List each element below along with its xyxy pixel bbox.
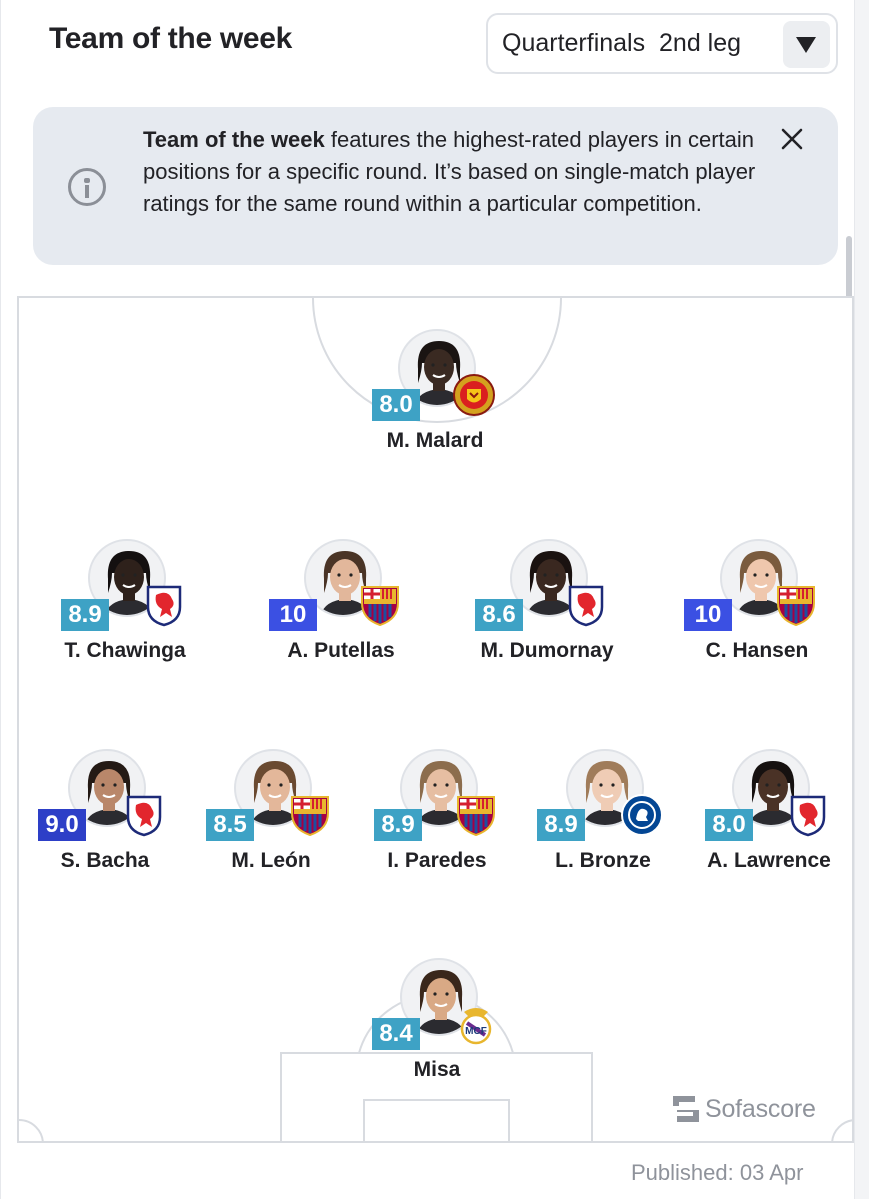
player-name: T. Chawinga (64, 639, 186, 662)
player-rating: 8.9 (374, 809, 422, 841)
page-title: Team of the week (49, 22, 293, 55)
player-rating: 8.9 (537, 809, 585, 841)
player-rating: 8.4 (372, 1018, 420, 1050)
player-card-2[interactable]: 8.9 T. Chawinga (30, 539, 220, 684)
svg-text:MCF: MCF (465, 1026, 487, 1037)
ol-lyonnes-crest-icon (142, 583, 186, 627)
fc-barcelona-crest-icon (358, 583, 402, 627)
chelsea-crest-icon (620, 793, 664, 837)
player-rating: 8.6 (475, 599, 523, 631)
player-rating: 10 (684, 599, 732, 631)
round-select[interactable]: Quarterfinals 2nd leg (486, 13, 838, 74)
published-date: Published: 03 Apr (631, 1160, 804, 1185)
manchester-united-crest-icon (452, 373, 496, 417)
round-select-label: Quarterfinals 2nd leg (502, 29, 742, 57)
sofascore-logo-icon (673, 1096, 699, 1122)
ol-lyonnes-crest-icon (122, 793, 166, 837)
player-rating: 8.9 (61, 599, 109, 631)
divider (17, 1141, 854, 1143)
player-card-9[interactable]: 8.9 L. Bronze (508, 749, 698, 894)
fc-barcelona-crest-icon (288, 793, 332, 837)
player-rating: 8.5 (206, 809, 254, 841)
info-text: Team of the week features the highest-ra… (143, 124, 758, 220)
player-name: I. Paredes (387, 849, 487, 872)
player-rating: 8.0 (372, 389, 420, 421)
player-card-3[interactable]: 10 A. Putellas (246, 539, 436, 684)
player-card-4[interactable]: 8.6 M. Dumornay (452, 539, 642, 684)
player-name: S. Bacha (60, 849, 150, 872)
player-card-6[interactable]: 9.0 S. Bacha (10, 749, 200, 894)
player-name: A. Putellas (287, 639, 395, 662)
player-name: Misa (413, 1058, 461, 1081)
chevron-down-icon (783, 21, 830, 68)
player-rating: 10 (269, 599, 317, 631)
player-rating: 9.0 (38, 809, 86, 841)
info-text-bold: Team of the week (143, 127, 325, 152)
player-card-5[interactable]: 10 C. Hansen (662, 539, 852, 684)
brand-name: Sofascore (705, 1095, 816, 1123)
player-card-7[interactable]: 8.5 M. León (176, 749, 366, 894)
info-banner: Team of the week features the highest-ra… (33, 107, 838, 265)
fc-barcelona-crest-icon (774, 583, 818, 627)
fc-barcelona-crest-icon (454, 793, 498, 837)
player-name: M. Malard (386, 429, 484, 452)
player-card-11[interactable]: MCF 8.4 Misa (342, 958, 532, 1103)
ol-lyonnes-crest-icon (564, 583, 608, 627)
player-rating: 8.0 (705, 809, 753, 841)
player-card-1[interactable]: 8.0 M. Malard (340, 329, 530, 474)
player-name: M. Dumornay (480, 639, 614, 662)
ol-lyonnes-crest-icon (786, 793, 830, 837)
real-madrid-crest-icon: MCF (454, 1002, 498, 1046)
player-name: A. Lawrence (707, 849, 831, 872)
close-icon[interactable] (778, 125, 806, 153)
player-name: M. León (231, 849, 311, 872)
team-of-the-week-card: Team of the week Quarterfinals 2nd leg T… (0, 0, 855, 1199)
info-icon (68, 168, 106, 206)
player-name: C. Hansen (705, 639, 809, 662)
player-card-10[interactable]: 8.0 A. Lawrence (674, 749, 864, 894)
player-name: L. Bronze (555, 849, 651, 872)
player-card-8[interactable]: 8.9 I. Paredes (342, 749, 532, 894)
